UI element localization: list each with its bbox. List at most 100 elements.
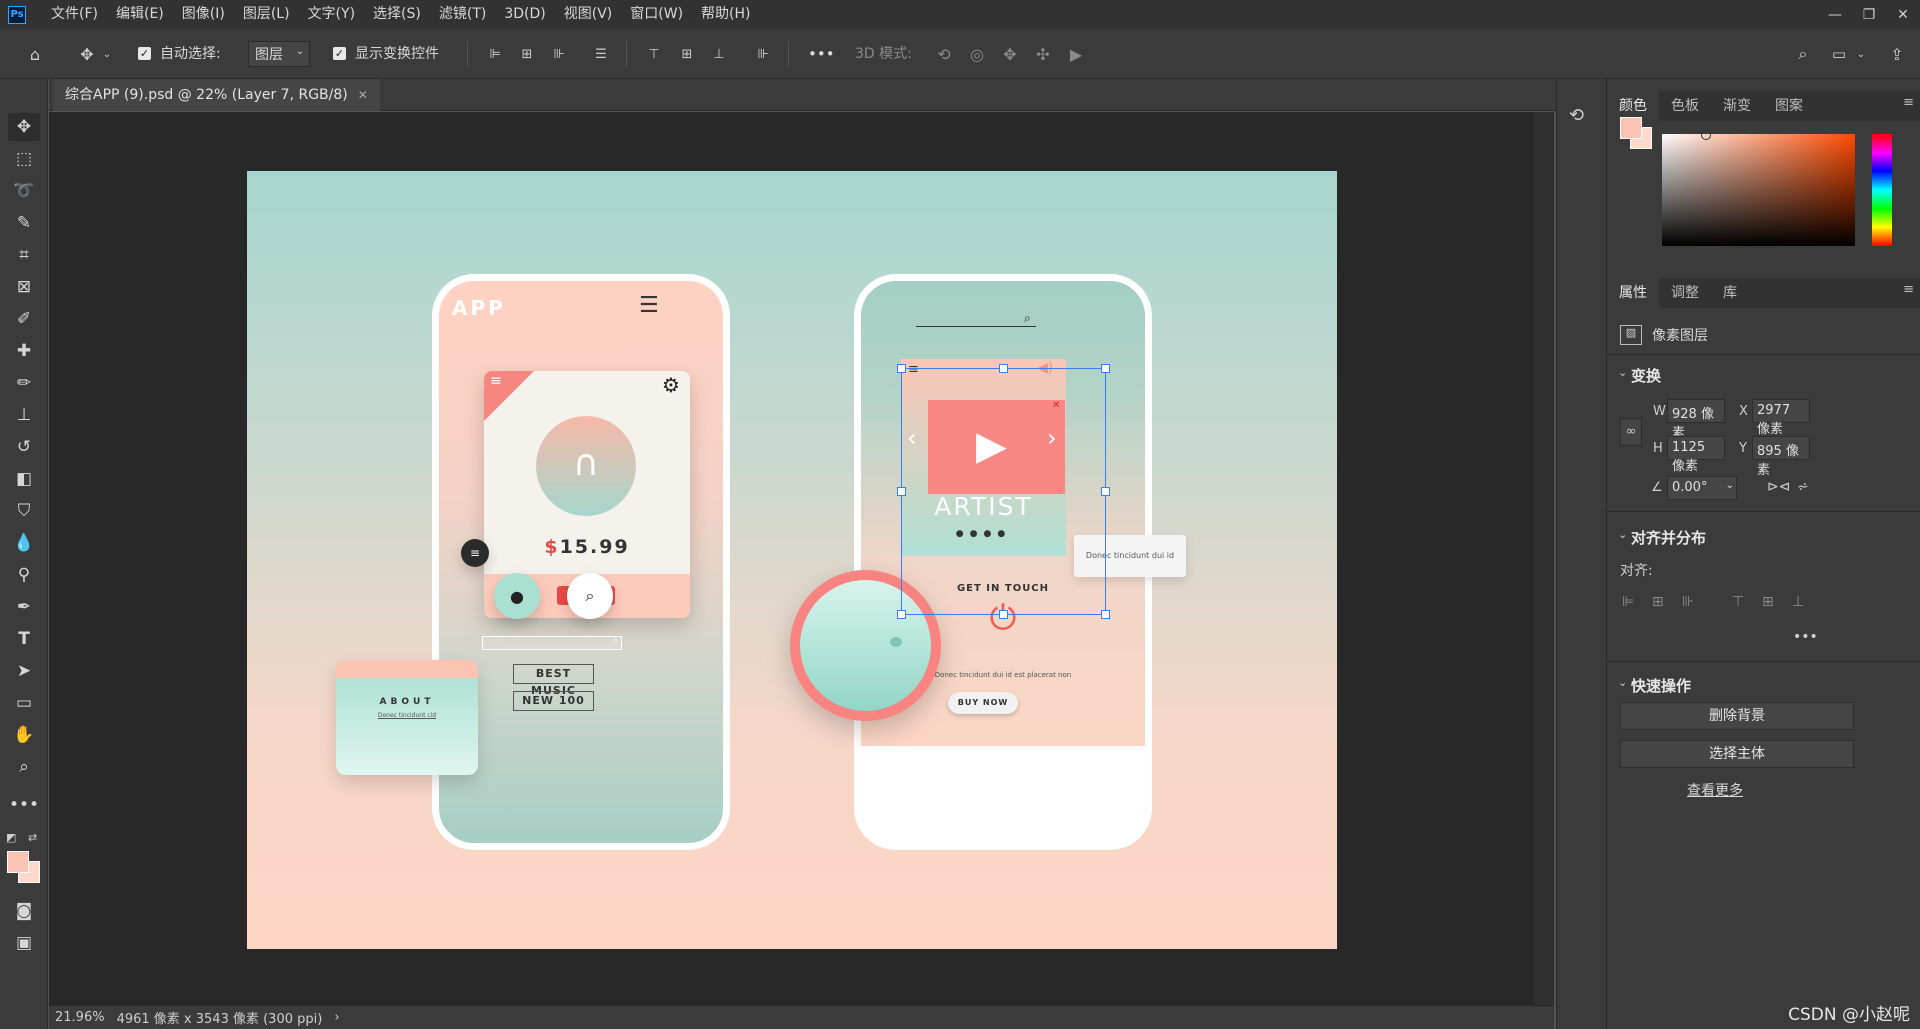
align-left-icon[interactable]: ⊫ <box>482 41 508 67</box>
menu-filter[interactable]: 滤镜(T) <box>430 0 495 29</box>
eraser-tool-icon[interactable]: ◧ <box>8 465 40 493</box>
transform-handle[interactable] <box>897 487 906 496</box>
align-middle-icon[interactable]: ⊞ <box>1762 594 1774 610</box>
distribute-icon[interactable]: ☰ <box>588 41 614 67</box>
zoom-level[interactable]: 21.96% <box>49 1010 111 1025</box>
menu-window[interactable]: 窗口(W) <box>621 0 692 29</box>
3d-roll-icon[interactable]: ◎ <box>964 41 990 67</box>
panel-menu-icon[interactable]: ≡ <box>1903 95 1914 110</box>
auto-select-dropdown[interactable]: 图层 ⌄ <box>248 41 310 67</box>
quick-actions-title[interactable]: 快速操作 <box>1631 675 1691 696</box>
history-brush-tool-icon[interactable]: ↺ <box>8 433 40 461</box>
search-icon[interactable]: ⌕ <box>1790 41 1816 67</box>
share-icon[interactable]: ⇪ <box>1884 41 1910 67</box>
chevron-down-icon[interactable]: ⌄ <box>100 41 114 67</box>
flip-horizontal-icon[interactable]: ⊳⊲ <box>1767 479 1790 495</box>
width-field[interactable]: 928 像素 <box>1667 399 1725 441</box>
hand-tool-icon[interactable]: ✋ <box>8 721 40 749</box>
minimize-icon[interactable]: — <box>1818 0 1852 29</box>
align-top-icon[interactable]: ⊤ <box>641 41 667 67</box>
x-field[interactable]: 2977 像素 <box>1752 399 1810 437</box>
menu-file[interactable]: 文件(F) <box>42 0 107 29</box>
distribute-vertical-icon[interactable]: ⊪ <box>750 41 776 67</box>
eyedropper-tool-icon[interactable]: ✐ <box>8 305 40 333</box>
menu-image[interactable]: 图像(I) <box>173 0 234 29</box>
brush-tool-icon[interactable]: ✏ <box>8 369 40 397</box>
transform-handle[interactable] <box>1101 364 1110 373</box>
menu-type[interactable]: 文字(Y) <box>299 0 364 29</box>
lasso-tool-icon[interactable]: ➰ <box>8 177 40 205</box>
transform-handle[interactable] <box>1101 487 1110 496</box>
more-align-options-icon[interactable]: ••• <box>1793 629 1818 645</box>
link-icon[interactable]: ∞ <box>1620 418 1642 446</box>
menu-layer[interactable]: 图层(L) <box>234 0 299 29</box>
see-more-link[interactable]: 查看更多 <box>1687 780 1743 800</box>
3d-pan-icon[interactable]: ✥ <box>997 41 1023 67</box>
close-tab-icon[interactable]: ✕ <box>358 79 368 111</box>
transform-handle[interactable] <box>999 610 1008 619</box>
transform-handle[interactable] <box>897 610 906 619</box>
artboard[interactable]: APP ☰ ≡ ⚙ ∩ $15.99 add ≡ ● ⌕ ⌕ BEST MUSI… <box>247 171 1337 949</box>
tab-patterns[interactable]: 图案 <box>1763 91 1815 121</box>
tab-swatches[interactable]: 色板 <box>1659 91 1711 121</box>
transform-handle[interactable] <box>999 364 1008 373</box>
align-left-icon[interactable]: ⊫ <box>1622 594 1634 610</box>
auto-select-checkbox[interactable]: ✓ <box>138 47 151 60</box>
menu-3d[interactable]: 3D(D) <box>495 0 554 29</box>
transform-selection-box[interactable] <box>897 364 1110 619</box>
stamp-tool-icon[interactable]: ⊥ <box>8 401 40 429</box>
quick-mask-icon[interactable]: ◙ <box>8 897 40 925</box>
document-tab[interactable]: 综合APP (9).psd @ 22% (Layer 7, RGB/8) ✕ <box>53 79 380 111</box>
align-right-icon[interactable]: ⊪ <box>546 41 572 67</box>
show-transform-checkbox[interactable]: ✓ <box>333 47 346 60</box>
3d-orbit-icon[interactable]: ⟲ <box>931 41 957 67</box>
more-tools-icon[interactable]: ••• <box>8 791 40 819</box>
align-top-icon[interactable]: ⊤ <box>1732 594 1744 610</box>
menu-select[interactable]: 选择(S) <box>364 0 430 29</box>
dodge-tool-icon[interactable]: ⚲ <box>8 561 40 589</box>
align-section-title[interactable]: 对齐并分布 <box>1631 527 1706 548</box>
frame-tool-icon[interactable]: ⊠ <box>8 273 40 301</box>
zoom-tool-icon[interactable]: ⌕ <box>8 753 40 781</box>
vertical-scrollbar[interactable] <box>1534 112 1554 1005</box>
hue-slider[interactable] <box>1872 134 1892 246</box>
chevron-down-icon[interactable]: ⌄ <box>1618 366 1627 379</box>
align-bottom-icon[interactable]: ⊥ <box>706 41 732 67</box>
align-center-icon[interactable]: ⊞ <box>1652 594 1664 610</box>
menu-edit[interactable]: 编辑(E) <box>107 0 173 29</box>
restore-icon[interactable]: ❐ <box>1852 0 1886 29</box>
chevron-right-icon[interactable]: › <box>328 1010 345 1025</box>
flip-vertical-icon[interactable]: ⩫ <box>1797 479 1809 495</box>
healing-brush-tool-icon[interactable]: ✚ <box>8 337 40 365</box>
height-field[interactable]: 1125 像素 <box>1667 436 1725 474</box>
document-info[interactable]: 4961 像素 x 3543 像素 (300 ppi) <box>111 1008 329 1027</box>
paint-bucket-tool-icon[interactable]: ⛉ <box>8 497 40 525</box>
chevron-down-icon[interactable]: ⌄ <box>1618 528 1627 541</box>
tab-adjustments[interactable]: 调整 <box>1659 278 1711 308</box>
more-options-button[interactable]: ••• <box>808 43 835 65</box>
remove-background-button[interactable]: 删除背景 <box>1620 702 1854 730</box>
menu-view[interactable]: 视图(V) <box>555 0 622 29</box>
color-picker-field[interactable] <box>1662 130 1855 246</box>
foreground-color-swatch[interactable] <box>7 851 29 873</box>
transform-handle[interactable] <box>1101 610 1110 619</box>
3d-slide-icon[interactable]: ✣ <box>1030 41 1056 67</box>
rectangle-tool-icon[interactable]: ▭ <box>8 689 40 717</box>
menu-help[interactable]: 帮助(H) <box>692 0 759 29</box>
quick-select-tool-icon[interactable]: ✎ <box>8 209 40 237</box>
type-tool-icon[interactable]: T <box>8 625 40 653</box>
screen-mode-icon[interactable]: ▣ <box>8 929 40 957</box>
foreground-color-swatch[interactable] <box>1620 117 1642 139</box>
align-center-icon[interactable]: ⊞ <box>514 41 540 67</box>
angle-field[interactable]: 0.00° ⌄ <box>1667 476 1737 500</box>
workspace-icon[interactable]: ▭ <box>1826 41 1852 67</box>
panel-menu-icon[interactable]: ≡ <box>1903 282 1914 297</box>
align-right-icon[interactable]: ⊪ <box>1682 594 1694 610</box>
swap-colors-icon[interactable]: ⇄ <box>28 831 37 844</box>
close-icon[interactable]: ✕ <box>1886 0 1920 29</box>
move-tool-icon[interactable]: ✥ <box>74 41 100 67</box>
select-subject-button[interactable]: 选择主体 <box>1620 740 1854 768</box>
align-bottom-icon[interactable]: ⊥ <box>1792 594 1804 610</box>
tab-properties[interactable]: 属性 <box>1607 278 1659 308</box>
tab-gradients[interactable]: 渐变 <box>1711 91 1763 121</box>
